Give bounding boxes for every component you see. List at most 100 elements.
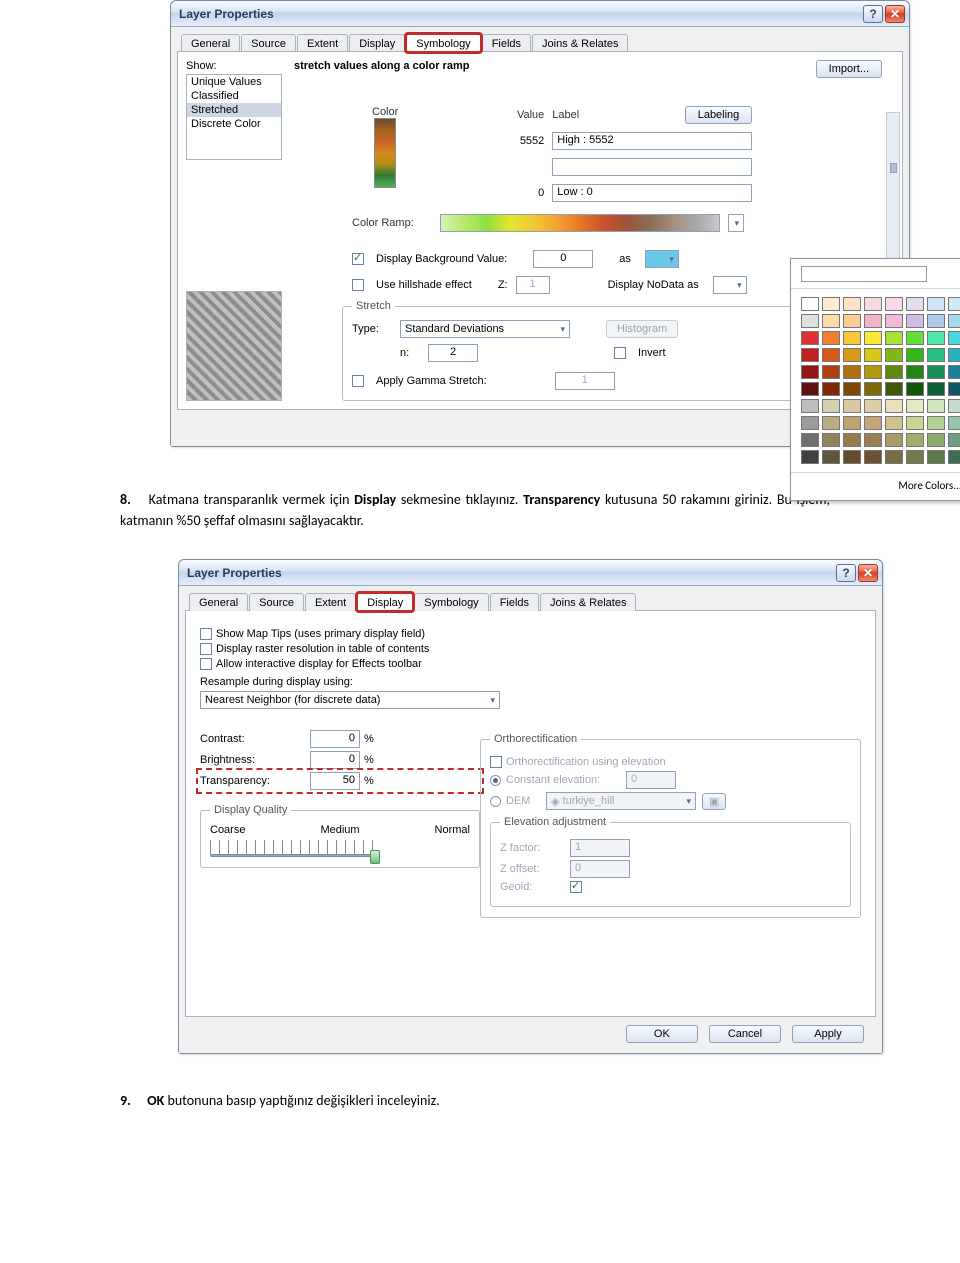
color-swatch[interactable]	[801, 382, 819, 396]
color-swatch[interactable]	[843, 348, 861, 362]
color-swatch[interactable]	[948, 433, 960, 447]
geoid-checkbox[interactable]	[570, 881, 582, 893]
titlebar[interactable]: Layer Properties ? ✕	[179, 560, 882, 586]
apply-button[interactable]: Apply	[792, 1025, 864, 1043]
color-swatch[interactable]	[801, 450, 819, 464]
quality-slider[interactable]	[210, 840, 380, 857]
color-ramp-combo[interactable]	[440, 214, 720, 232]
color-swatch[interactable]	[843, 331, 861, 345]
stretch-type-combo[interactable]: Standard Deviations▾	[400, 320, 570, 338]
color-swatch[interactable]	[801, 399, 819, 413]
color-swatch[interactable]	[801, 297, 819, 311]
show-listbox[interactable]: Unique Values Classified Stretched Discr…	[186, 74, 282, 160]
contrast-input[interactable]: 0	[310, 730, 360, 748]
color-swatch[interactable]	[843, 314, 861, 328]
color-swatch[interactable]	[927, 331, 945, 345]
color-swatch[interactable]	[927, 348, 945, 362]
labeling-button[interactable]: Labeling	[685, 106, 753, 124]
color-swatch[interactable]	[948, 399, 960, 413]
brightness-input[interactable]: 0	[310, 751, 360, 769]
color-swatch[interactable]	[885, 450, 903, 464]
show-item-unique[interactable]: Unique Values	[187, 75, 281, 89]
color-swatch[interactable]	[801, 416, 819, 430]
dem-radio[interactable]	[490, 796, 501, 807]
color-swatch[interactable]	[822, 331, 840, 345]
tab-display[interactable]: Display	[357, 593, 413, 611]
color-swatch[interactable]	[885, 399, 903, 413]
color-swatch[interactable]	[822, 382, 840, 396]
resolution-checkbox[interactable]	[200, 643, 212, 655]
tab-joins-relates[interactable]: Joins & Relates	[532, 34, 628, 52]
color-swatch[interactable]	[843, 365, 861, 379]
tab-extent[interactable]: Extent	[305, 593, 356, 611]
color-ramp-arrow[interactable]: ▾	[728, 214, 744, 232]
color-swatch[interactable]	[927, 314, 945, 328]
color-swatch[interactable]	[906, 433, 924, 447]
color-swatch[interactable]	[801, 348, 819, 362]
color-swatch[interactable]	[822, 399, 840, 413]
color-swatch[interactable]	[948, 416, 960, 430]
tab-fields[interactable]: Fields	[490, 593, 539, 611]
color-swatch[interactable]	[822, 314, 840, 328]
color-swatch[interactable]	[906, 450, 924, 464]
bg-value-checkbox[interactable]	[352, 253, 364, 265]
tab-symbology[interactable]: Symbology	[406, 34, 480, 52]
color-swatch[interactable]	[906, 331, 924, 345]
no-color-swatch[interactable]	[801, 266, 927, 282]
tab-symbology[interactable]: Symbology	[414, 593, 488, 611]
color-swatch[interactable]	[822, 416, 840, 430]
resample-combo[interactable]: Nearest Neighbor (for discrete data)▾	[200, 691, 500, 709]
color-swatch[interactable]	[864, 382, 882, 396]
invert-checkbox[interactable]	[614, 347, 626, 359]
more-colors-button[interactable]: More Colors...	[791, 472, 960, 500]
color-swatch[interactable]	[843, 416, 861, 430]
color-swatch[interactable]	[885, 297, 903, 311]
high-label-input[interactable]: High : 5552	[552, 132, 752, 150]
color-swatch[interactable]	[885, 331, 903, 345]
no-color-row[interactable]: No Color	[791, 259, 960, 289]
tab-joins-relates[interactable]: Joins & Relates	[540, 593, 636, 611]
color-swatch[interactable]	[822, 297, 840, 311]
low-label-input[interactable]: Low : 0	[552, 184, 752, 202]
tab-general[interactable]: General	[189, 593, 248, 611]
color-swatch[interactable]	[801, 365, 819, 379]
show-item-classified[interactable]: Classified	[187, 89, 281, 103]
color-swatch[interactable]	[822, 365, 840, 379]
color-swatch[interactable]	[906, 314, 924, 328]
color-swatch[interactable]	[906, 297, 924, 311]
tab-display[interactable]: Display	[349, 34, 405, 52]
color-swatch[interactable]	[885, 348, 903, 362]
color-swatch[interactable]	[927, 365, 945, 379]
const-elev-input[interactable]: 0	[626, 771, 676, 789]
color-swatch[interactable]	[864, 433, 882, 447]
help-button[interactable]: ?	[836, 564, 856, 582]
color-swatch[interactable]	[843, 399, 861, 413]
cancel-button[interactable]: Cancel	[709, 1025, 781, 1043]
color-swatch[interactable]	[948, 348, 960, 362]
color-swatch[interactable]	[864, 314, 882, 328]
show-item-discrete[interactable]: Discrete Color	[187, 117, 281, 131]
close-button[interactable]: ✕	[858, 564, 878, 582]
color-swatch[interactable]	[801, 314, 819, 328]
color-swatch[interactable]	[885, 416, 903, 430]
color-swatch[interactable]	[843, 433, 861, 447]
z-factor-input[interactable]: 1	[570, 839, 630, 857]
z-input[interactable]: 1	[516, 276, 550, 294]
tab-fields[interactable]: Fields	[482, 34, 531, 52]
const-elev-radio[interactable]	[490, 775, 501, 786]
color-swatch[interactable]	[864, 365, 882, 379]
color-swatch[interactable]	[885, 314, 903, 328]
color-swatch[interactable]	[927, 399, 945, 413]
color-swatch[interactable]	[927, 450, 945, 464]
color-swatch[interactable]	[948, 314, 960, 328]
color-swatch[interactable]	[864, 450, 882, 464]
maptips-checkbox[interactable]	[200, 628, 212, 640]
color-swatch[interactable]	[822, 348, 840, 362]
color-swatch[interactable]	[801, 331, 819, 345]
color-swatch[interactable]	[948, 382, 960, 396]
color-swatch[interactable]	[906, 399, 924, 413]
bg-value-input[interactable]: 0	[533, 250, 593, 268]
color-swatch[interactable]	[843, 450, 861, 464]
dem-browse-button[interactable]: ▣	[702, 793, 726, 810]
transparency-input[interactable]: 50	[310, 772, 360, 790]
